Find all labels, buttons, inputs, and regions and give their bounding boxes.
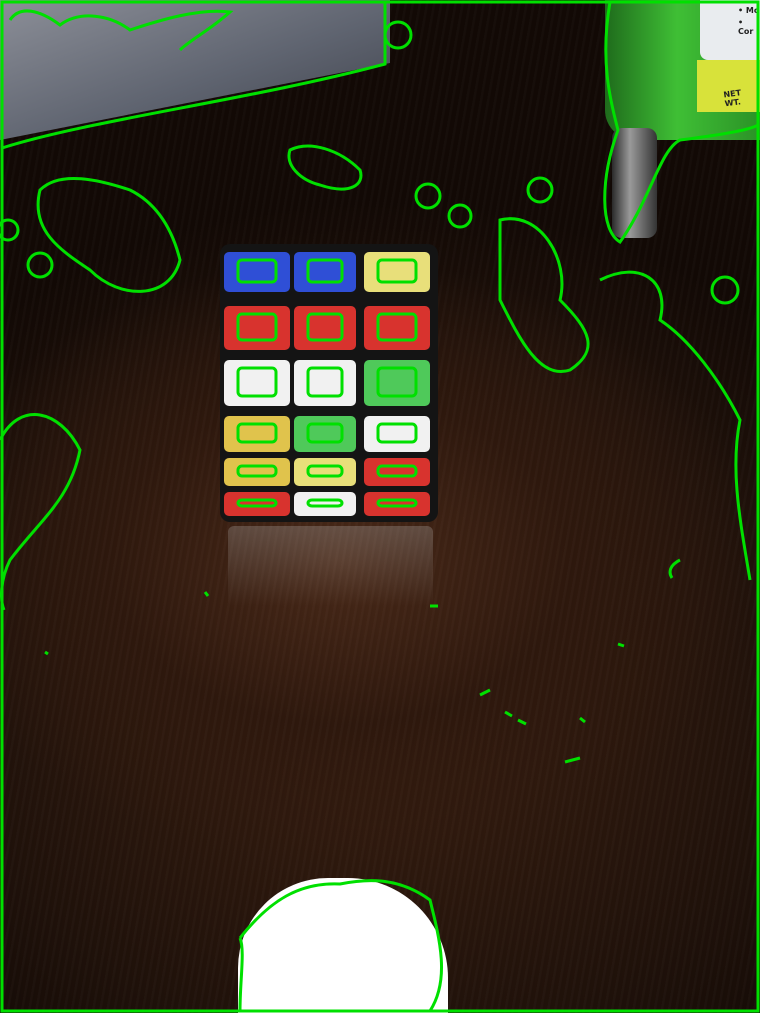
sticker-contour-r4-c1 bbox=[236, 422, 278, 444]
sticker-contour-r2-c3 bbox=[376, 312, 418, 342]
sticker-contour-r6-c3 bbox=[376, 498, 418, 508]
sticker-contour-r2-c1 bbox=[236, 312, 278, 342]
sticker-contour-r2-c2 bbox=[306, 312, 344, 342]
sticker-contour-r1-c2 bbox=[306, 258, 344, 284]
blob-contour-2 bbox=[36, 177, 182, 293]
dot-contour-1 bbox=[414, 182, 442, 210]
blob-contour-1 bbox=[287, 144, 363, 191]
sticker-contour-r1-c3 bbox=[376, 258, 418, 284]
dot-contour-7 bbox=[383, 20, 413, 50]
glare-contour bbox=[238, 879, 443, 1012]
sticker-contour-r4-c2 bbox=[306, 422, 344, 444]
blob-contour-5 bbox=[599, 270, 752, 581]
dot-contour-5 bbox=[26, 251, 54, 279]
contour-overlay bbox=[0, 0, 760, 1013]
blob-contour-4 bbox=[498, 217, 590, 373]
sticker-contour-r3-c3 bbox=[376, 366, 418, 398]
dot-contour-4 bbox=[710, 275, 740, 305]
bottle-contour bbox=[603, 1, 759, 245]
dot-contour-2 bbox=[447, 203, 473, 229]
sticker-contour-r4-c3 bbox=[376, 422, 418, 444]
sticker-contour-r5-c2 bbox=[306, 464, 344, 478]
book-top-contour bbox=[8, 9, 234, 52]
sticker-contour-r3-c1 bbox=[236, 366, 278, 398]
photo-scene: • Mo • Cor NET WT. bbox=[0, 0, 760, 1013]
sticker-contour-r3-c2 bbox=[306, 366, 344, 398]
sticker-contour-r1-c1 bbox=[236, 258, 278, 284]
speck-contours bbox=[44, 558, 681, 764]
sticker-contour-r5-c3 bbox=[376, 464, 418, 478]
dot-contour-3 bbox=[526, 176, 554, 204]
sticker-contour-r6-c1 bbox=[236, 498, 278, 508]
blob-contour-3 bbox=[0, 413, 82, 611]
sticker-contour-r6-c2 bbox=[306, 498, 344, 508]
sticker-contour-r5-c1 bbox=[236, 464, 278, 478]
